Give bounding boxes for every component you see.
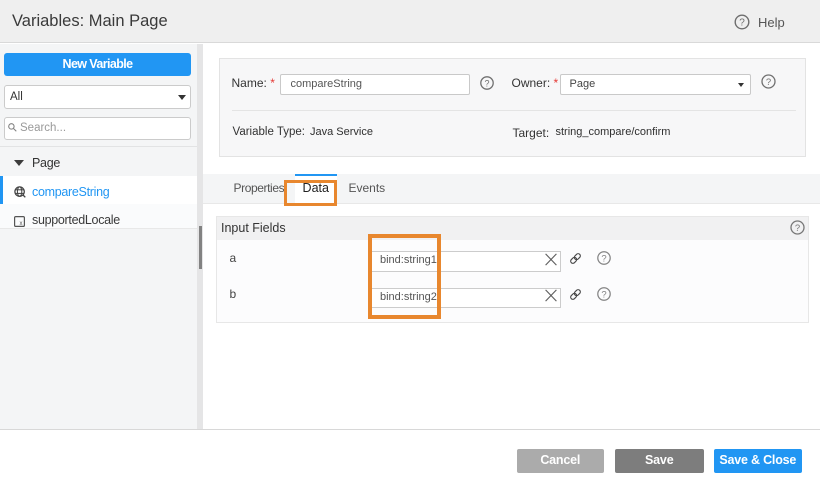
svg-text:?: ? xyxy=(601,254,606,265)
svg-text:?: ? xyxy=(739,18,745,29)
svg-text:?: ? xyxy=(765,77,770,88)
svg-text:x: x xyxy=(19,221,22,227)
svg-text:?: ? xyxy=(484,78,489,88)
svg-text:?: ? xyxy=(794,223,799,234)
svg-text:?: ? xyxy=(601,290,606,301)
